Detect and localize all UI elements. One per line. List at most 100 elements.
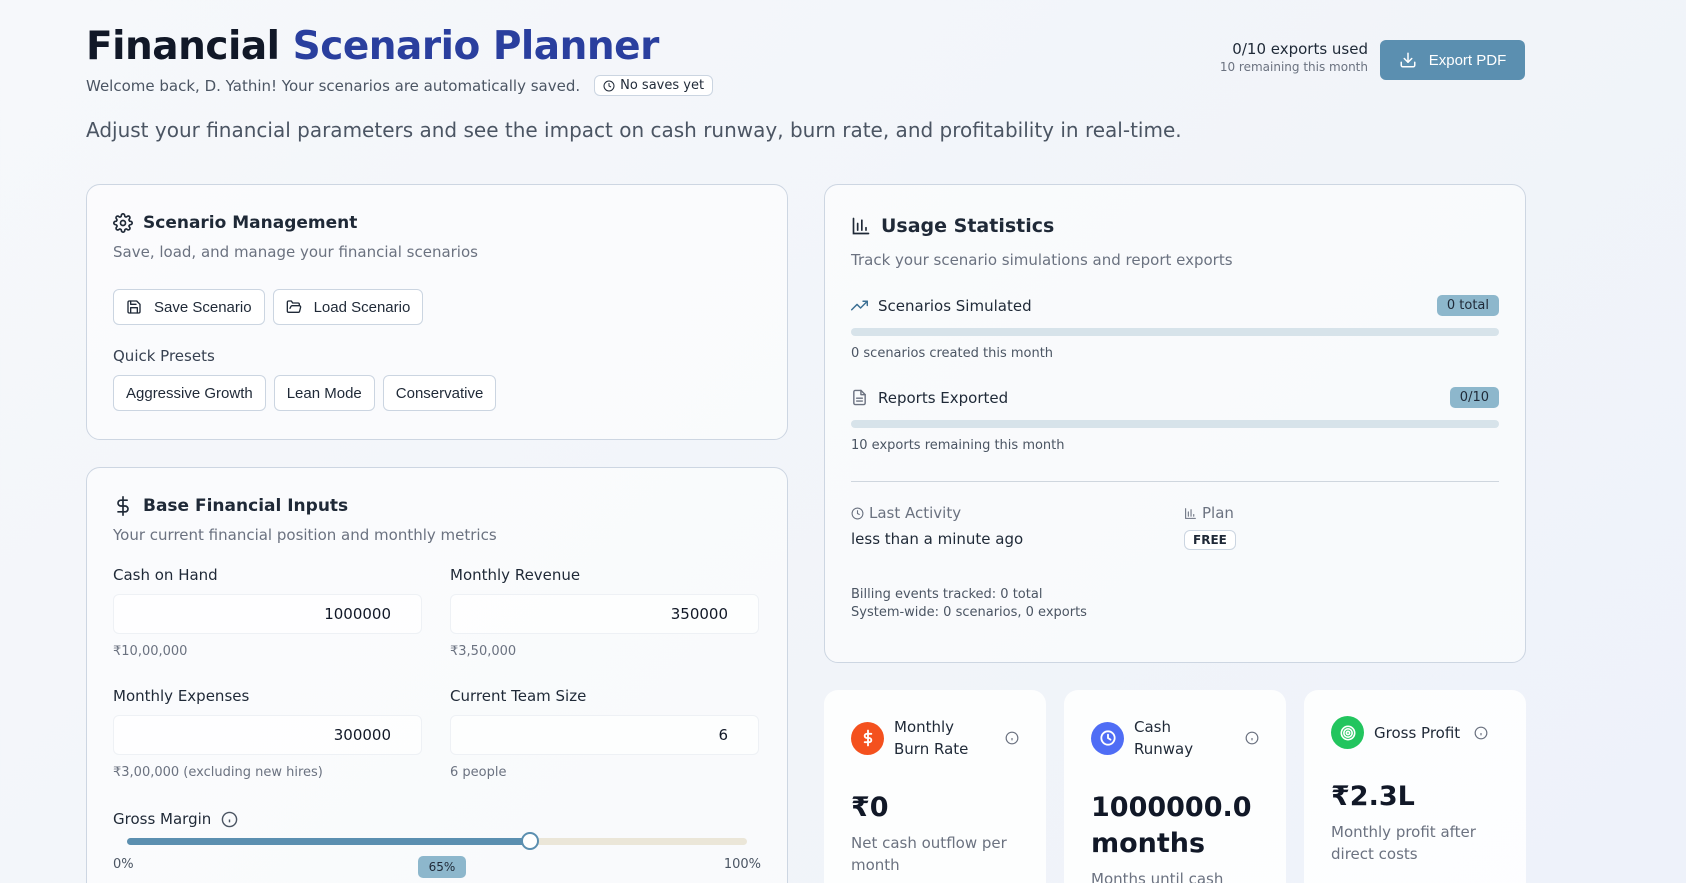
reports-progress-bar (851, 420, 1499, 428)
team-size-input[interactable] (450, 715, 759, 755)
plan: Plan FREE (1184, 504, 1499, 550)
dollar-icon (117, 496, 129, 516)
cash-on-hand-input[interactable] (113, 594, 422, 634)
team-size-label: Current Team Size (450, 687, 587, 705)
save-scenario-label: Save Scenario (154, 298, 252, 316)
scenarios-simulated-text: Scenarios Simulated (878, 296, 1032, 315)
scenario-desc: Save, load, and manage your financial sc… (113, 243, 478, 261)
gross-profit-card: Gross Profit ₹2.3L Monthly profit after … (1304, 690, 1526, 883)
scenarios-total-badge: 0 total (1436, 295, 1499, 316)
burn-rate-note: Net cash outflow per month (851, 834, 1007, 874)
welcome-line: Welcome back, D. Yathin! Your scenarios … (86, 75, 714, 96)
gross-margin-label: Gross Margin (113, 810, 238, 828)
gross-profit-label: Gross Profit (1374, 723, 1461, 742)
bar-chart-icon (852, 217, 870, 235)
gross-margin-max: 100% (723, 857, 761, 872)
last-activity-label-text: Last Activity (869, 504, 962, 522)
trending-up-icon (851, 300, 868, 311)
scenarios-note: 0 scenarios created this month (851, 346, 1054, 361)
base-inputs-desc: Your current financial position and mont… (113, 526, 497, 544)
scenario-management-card: Scenario Management Save, load, and mana… (86, 184, 788, 440)
info-icon[interactable] (221, 811, 238, 828)
gross-profit-note: Monthly profit after direct costs (1331, 823, 1476, 863)
gross-margin-slider[interactable] (127, 832, 747, 850)
scenario-title-text: Scenario Management (143, 213, 358, 233)
scenarios-simulated-label: Scenarios Simulated (851, 297, 1032, 315)
monthly-expenses-label: Monthly Expenses (113, 687, 250, 705)
last-activity: Last Activity less than a minute ago (851, 504, 1184, 550)
save-status-text: No saves yet (620, 78, 705, 93)
load-scenario-button[interactable]: Load Scenario (272, 289, 424, 325)
download-icon (1400, 52, 1416, 68)
gross-margin-slider-fill (127, 838, 530, 845)
team-size-note: 6 people (450, 765, 507, 780)
target-icon (1331, 716, 1364, 749)
document-icon (853, 389, 866, 406)
dollar-circle-icon (851, 721, 884, 755)
info-icon[interactable] (1474, 726, 1488, 740)
scenarios-simulated-stat: Scenarios Simulated 0 total 0 scenarios … (851, 295, 1499, 361)
export-pdf-button[interactable]: Export PDF (1380, 40, 1525, 80)
page-lead: Adjust your financial parameters and see… (86, 118, 1182, 142)
save-status-badge: No saves yet (594, 75, 714, 96)
page: Financial Scenario Planner Welcome back,… (86, 0, 1526, 883)
preset-lean-mode-button[interactable]: Lean Mode (273, 375, 375, 411)
usage-desc: Track your scenario simulations and repo… (851, 251, 1233, 269)
usage-divider (851, 481, 1499, 482)
monthly-burn-rate-card: Monthly Burn Rate ₹0 Net cash outflow pe… (824, 690, 1046, 883)
scenarios-progress-bar (851, 328, 1499, 336)
folder-open-icon (286, 300, 301, 313)
save-scenario-button[interactable]: Save Scenario (113, 289, 265, 325)
monthly-revenue-note: ₹3,50,000 (450, 644, 517, 659)
exports-info: 0/10 exports used 10 remaining this mont… (1220, 40, 1368, 74)
base-financial-inputs-card: Base Financial Inputs Your current finan… (86, 467, 788, 883)
cash-on-hand-field: Cash on Hand ₹10,00,000 (113, 566, 422, 660)
scenario-actions: Save Scenario Load Scenario (113, 289, 761, 325)
gross-margin-slider-thumb[interactable] (521, 832, 539, 850)
cash-runway-note: Months until cash runs (1091, 870, 1224, 883)
cash-runway-value: 1000000.0 months (1091, 792, 1252, 859)
scenario-card-title: Scenario Management (113, 213, 761, 233)
inputs-grid: Cash on Hand ₹10,00,000 Monthly Revenue … (113, 566, 761, 808)
clock-icon (1091, 721, 1124, 755)
cash-runway-card: Cash Runway 1000000.0 months Months unti… (1064, 690, 1286, 883)
gross-margin-min: 0% (113, 857, 134, 872)
billing-events-text: Billing events tracked: 0 total (851, 587, 1043, 602)
save-icon (127, 300, 141, 314)
last-activity-label: Last Activity (851, 504, 1184, 522)
load-scenario-label: Load Scenario (313, 298, 411, 316)
usage-title-text: Usage Statistics (881, 215, 1055, 237)
plan-badge: FREE (1184, 530, 1236, 550)
burn-rate-value: ₹0 (851, 792, 889, 823)
quick-presets-label: Quick Presets (113, 347, 215, 365)
info-icon[interactable] (1005, 731, 1019, 745)
info-icon[interactable] (1245, 731, 1259, 745)
monthly-revenue-input[interactable] (450, 594, 759, 634)
exports-remaining-text: 10 remaining this month (1219, 60, 1368, 74)
gear-icon (113, 213, 133, 233)
page-title: Financial Scenario Planner (86, 24, 659, 69)
base-inputs-title-text: Base Financial Inputs (143, 496, 349, 516)
monthly-expenses-input[interactable] (113, 715, 422, 755)
reports-exported-label: Reports Exported (851, 389, 1008, 407)
bar-chart-icon (1185, 507, 1196, 519)
usage-meta: Last Activity less than a minute ago Pla… (851, 504, 1499, 550)
preset-aggressive-growth-button[interactable]: Aggressive Growth (113, 375, 266, 411)
usage-title: Usage Statistics (851, 215, 1499, 237)
burn-rate-label: Monthly Burn Rate (894, 718, 969, 758)
cash-on-hand-note: ₹10,00,000 (113, 644, 188, 659)
monthly-expenses-note: ₹3,00,000 (excluding new hires) (113, 765, 323, 780)
base-inputs-title: Base Financial Inputs (113, 496, 761, 516)
welcome-text: Welcome back, D. Yathin! Your scenarios … (86, 76, 581, 95)
clock-icon (851, 507, 864, 519)
monthly-revenue-label: Monthly Revenue (450, 566, 581, 584)
preset-conservative-button[interactable]: Conservative (382, 375, 497, 411)
export-pdf-label: Export PDF (1428, 51, 1507, 69)
quick-presets: Aggressive Growth Lean Mode Conservative (113, 375, 761, 411)
monthly-expenses-field: Monthly Expenses ₹3,00,000 (excluding ne… (113, 687, 422, 781)
gross-margin-label-text: Gross Margin (113, 810, 212, 828)
gross-margin-value-badge: 65% (418, 856, 466, 878)
usage-statistics-card: Usage Statistics Track your scenario sim… (824, 184, 1526, 663)
title-part-2: Scenario Planner (292, 24, 660, 69)
team-size-field: Current Team Size 6 people (450, 687, 759, 781)
